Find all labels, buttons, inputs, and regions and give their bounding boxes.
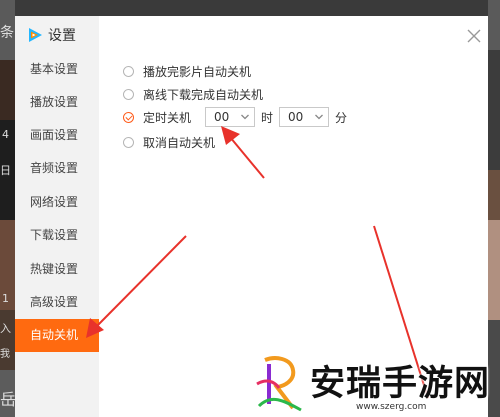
hour-select[interactable]: 00 xyxy=(205,107,255,127)
sidebar-item-playback[interactable]: 播放设置 xyxy=(15,86,99,119)
sidebar-item-picture[interactable]: 画面设置 xyxy=(15,119,99,152)
background-glyph: 我 xyxy=(0,349,10,360)
minute-unit-label: 分 xyxy=(335,110,348,125)
background-glyph: 入 xyxy=(0,322,11,335)
option-cancel-shutdown[interactable]: 取消自动关机 xyxy=(123,133,215,151)
hour-value: 00 xyxy=(214,110,230,124)
watermark-text: 安瑞手游网 xyxy=(310,364,491,404)
settings-sidebar: 设置 基本设置 播放设置 画面设置 音频设置 网络设置 下载设置 热键设置 高级… xyxy=(15,16,99,417)
sidebar-item-hotkeys[interactable]: 热键设置 xyxy=(15,253,99,286)
background-glyph: 岳 xyxy=(0,390,17,409)
background-glyph: 条 xyxy=(0,25,14,41)
dialog-title: 设置 xyxy=(48,28,76,44)
close-icon[interactable] xyxy=(466,28,482,44)
background-glyph: 日 xyxy=(0,164,11,177)
radio-after-offline-download[interactable] xyxy=(123,88,134,100)
background-left-strip: 条 4 日 1 入 我 岳 xyxy=(0,0,17,417)
sidebar-item-audio[interactable]: 音频设置 xyxy=(15,152,99,185)
minute-select[interactable]: 00 xyxy=(279,107,330,127)
minute-value: 00 xyxy=(288,110,304,124)
option-label: 定时关机 xyxy=(143,110,192,125)
option-label: 离线下载完成自动关机 xyxy=(143,87,264,102)
dialog-title-bar: 设置 xyxy=(27,24,76,46)
watermark-logo-icon xyxy=(256,356,302,412)
option-label: 取消自动关机 xyxy=(143,135,216,150)
background-glyph: 1 xyxy=(2,292,9,305)
sidebar-item-download[interactable]: 下载设置 xyxy=(15,219,99,252)
sidebar-item-basic[interactable]: 基本设置 xyxy=(15,53,99,86)
hour-unit-label: 时 xyxy=(261,110,274,125)
watermark-url: www.szerg.com xyxy=(356,402,427,412)
sidebar-item-network[interactable]: 网络设置 xyxy=(15,186,99,219)
sidebar-item-advanced[interactable]: 高级设置 xyxy=(15,286,99,319)
chevron-down-icon xyxy=(241,114,249,120)
sidebar-item-auto-shutdown[interactable]: 自动关机 xyxy=(15,319,99,352)
tencent-video-logo-icon xyxy=(29,28,42,42)
option-after-offline-download[interactable]: 离线下载完成自动关机 xyxy=(123,85,263,103)
radio-cancel-shutdown[interactable] xyxy=(123,136,134,148)
background-glyph: 4 xyxy=(2,128,9,141)
radio-after-playback[interactable] xyxy=(123,65,134,77)
option-label: 播放完影片自动关机 xyxy=(143,64,252,79)
option-timed-shutdown[interactable]: 定时关机 00 时 00 分 xyxy=(123,107,353,127)
option-after-playback[interactable]: 播放完影片自动关机 xyxy=(123,62,251,80)
chevron-down-icon xyxy=(315,114,323,120)
radio-timed-shutdown[interactable] xyxy=(123,111,134,123)
